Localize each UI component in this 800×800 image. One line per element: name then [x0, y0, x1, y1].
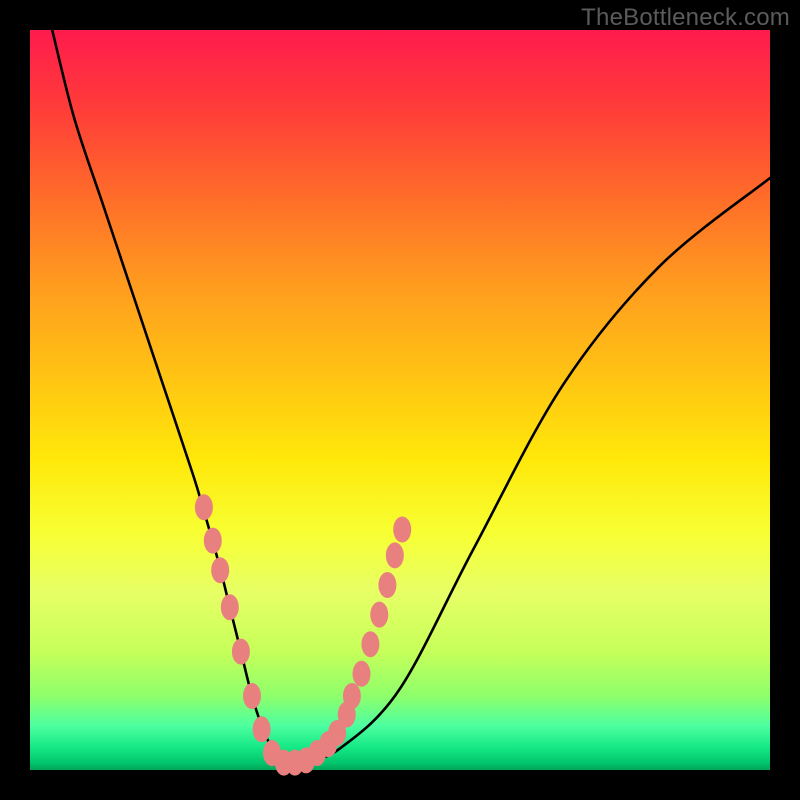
- curve-marker: [378, 572, 396, 598]
- curve-marker: [386, 542, 404, 568]
- curve-marker: [343, 683, 361, 709]
- chart-stage: TheBottleneck.com: [0, 0, 800, 800]
- curve-marker: [370, 602, 388, 628]
- curve-marker: [393, 517, 411, 543]
- curve-markers: [195, 494, 411, 775]
- curve-marker: [353, 661, 371, 687]
- curve-marker: [232, 639, 250, 665]
- curve-marker: [253, 716, 271, 742]
- curve-marker: [243, 683, 261, 709]
- curve-marker: [204, 528, 222, 554]
- watermark-text: TheBottleneck.com: [581, 4, 790, 32]
- curve-marker: [211, 557, 229, 583]
- curve-svg: [30, 30, 770, 770]
- plot-area: [30, 30, 770, 770]
- curve-marker: [195, 494, 213, 520]
- bottleneck-curve: [52, 30, 770, 764]
- curve-marker: [221, 594, 239, 620]
- curve-marker: [361, 631, 379, 657]
